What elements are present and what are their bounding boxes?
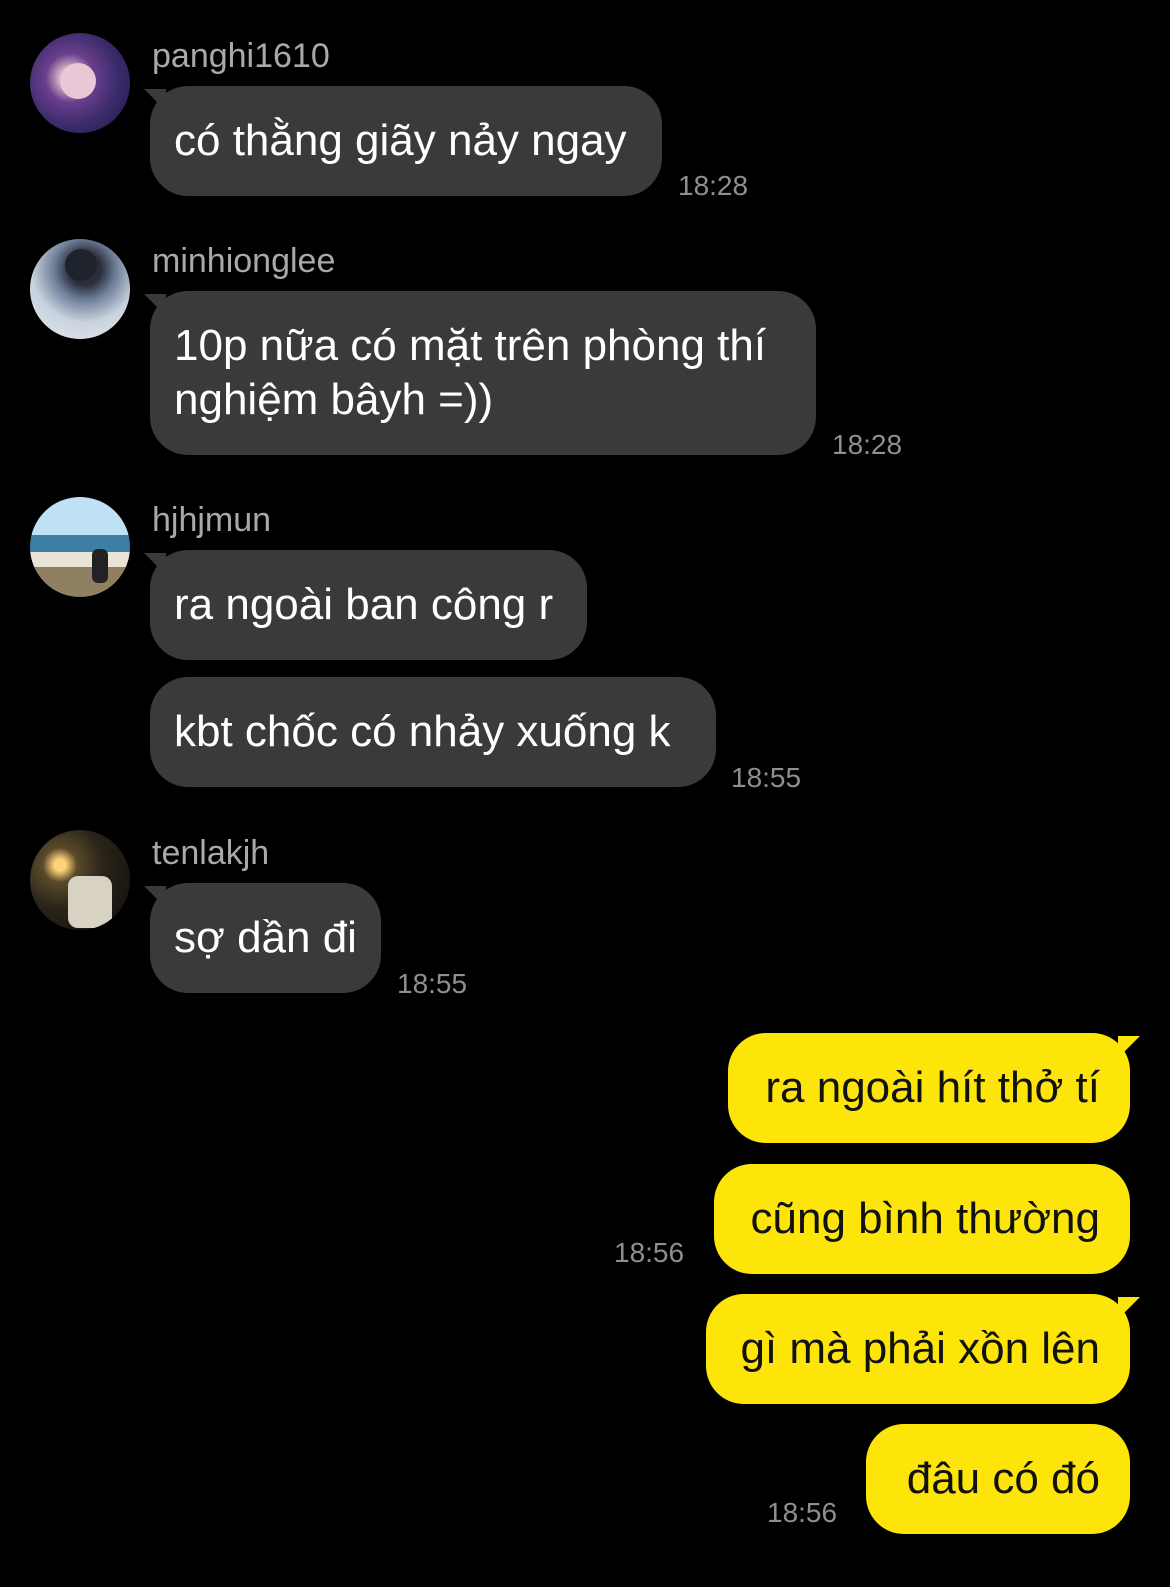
message-time: 18:28 xyxy=(832,429,903,460)
message-bubble[interactable]: có thằng giãy nảy ngay xyxy=(150,86,662,196)
message-bubble[interactable]: 10p nữa có mặt trên phòng thí nghiệm bây… xyxy=(150,291,816,455)
my-message-bubble[interactable]: đâu có đó xyxy=(866,1424,1130,1534)
message-bubble[interactable]: ra ngoài ban công r xyxy=(150,550,587,660)
avatar-hjhjmun[interactable] xyxy=(30,497,130,597)
avatar-tenlakjh[interactable] xyxy=(30,830,130,930)
my-message-bubble[interactable]: cũng bình thường xyxy=(714,1164,1130,1274)
message-time: 18:28 xyxy=(678,170,749,201)
avatar-figure xyxy=(92,549,108,583)
my-message-bubble[interactable]: gì mà phải xồn lên xyxy=(706,1294,1130,1404)
message-bubble[interactable]: kbt chốc có nhảy xuống k xyxy=(150,677,716,787)
avatar-minhionglee[interactable] xyxy=(30,239,130,339)
sender-name: tenlakjh xyxy=(152,834,270,872)
avatar-panghi1610[interactable] xyxy=(30,33,130,133)
message-time: 18:55 xyxy=(731,762,802,793)
sender-name: hjhjmun xyxy=(152,501,272,539)
my-message-bubble[interactable]: ra ngoài hít thở tí xyxy=(728,1033,1130,1143)
sender-name: minhionglee xyxy=(152,242,336,280)
message-bubble[interactable]: sợ dần đi xyxy=(150,883,381,993)
message-time: 18:56 xyxy=(614,1237,685,1268)
message-time: 18:55 xyxy=(397,968,468,999)
avatar-figure xyxy=(68,876,112,928)
message-time: 18:56 xyxy=(767,1497,838,1528)
avatar-figure xyxy=(60,63,96,99)
avatar-figure xyxy=(65,249,97,281)
sender-name: panghi1610 xyxy=(152,37,330,75)
